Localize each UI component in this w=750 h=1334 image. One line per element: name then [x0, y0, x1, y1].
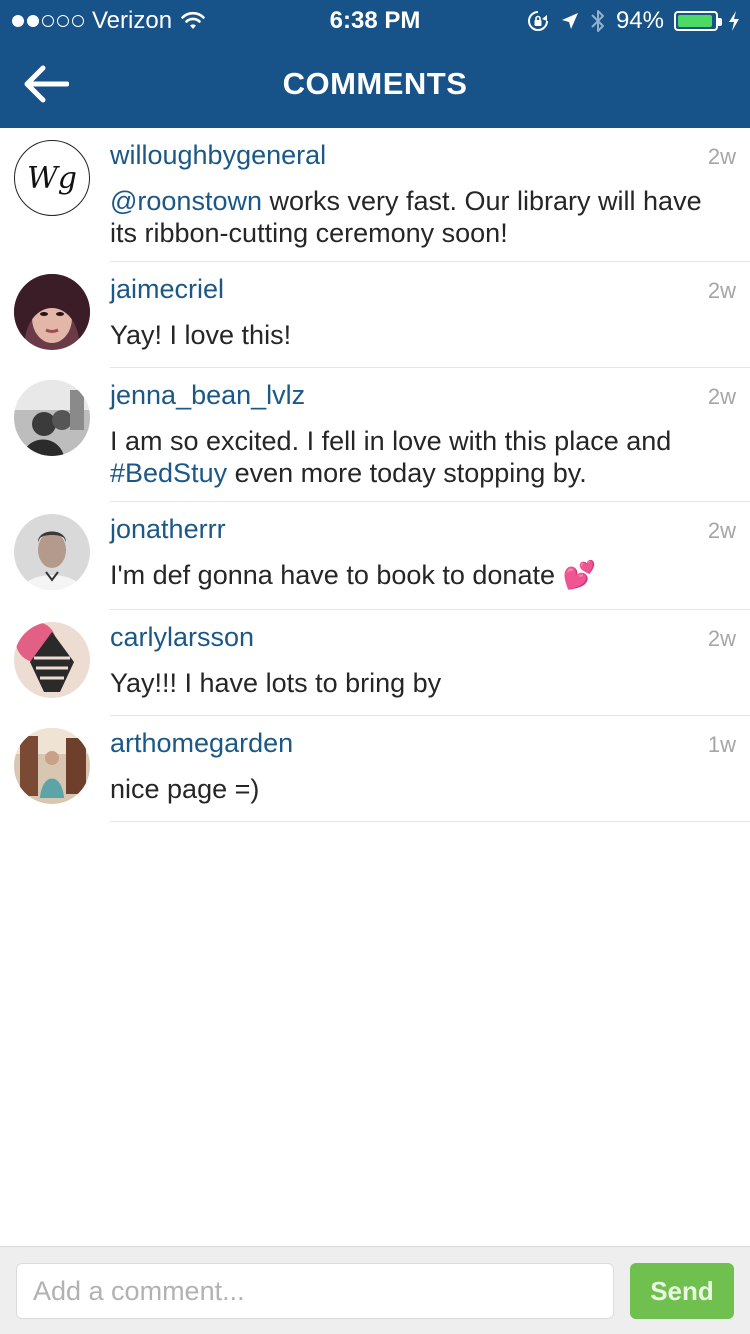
status-bar: Verizon 6:38 PM 94% [0, 0, 750, 40]
battery-percent: 94% [615, 7, 664, 34]
comment-item: carlylarsson 2w Yay!!! I have lots to br… [0, 610, 750, 716]
status-right: 94% [526, 7, 740, 35]
avatar[interactable] [14, 274, 90, 350]
avatar[interactable]: Wg [14, 140, 90, 216]
mention-link[interactable]: @roonstown [110, 186, 262, 216]
two-hearts-emoji: 💕 [562, 560, 597, 590]
comment-time: 2w [707, 144, 736, 169]
comment-time: 2w [707, 626, 736, 651]
comment-username[interactable]: carlylarsson [110, 622, 254, 653]
hashtag-link[interactable]: #BedStuy [110, 458, 227, 488]
avatar[interactable] [14, 728, 90, 804]
comment-username[interactable]: jaimecriel [110, 274, 224, 305]
nav-bar: COMMENTS [0, 40, 750, 128]
comment-text: Yay! I love this! [110, 320, 292, 350]
page-title: COMMENTS [282, 66, 468, 101]
comment-text: Yay!!! I have lots to bring by [110, 668, 442, 698]
avatar-logo-text: Wg [26, 160, 78, 196]
bluetooth-icon [591, 10, 604, 32]
comment-time: 2w [707, 518, 736, 543]
avatar[interactable] [14, 380, 90, 456]
comment-username[interactable]: arthomegarden [110, 728, 293, 759]
charging-bolt-icon [729, 11, 739, 31]
comment-item: Wg willoughbygeneral 2w @roonstown works… [0, 128, 750, 262]
comment-composer: Send [0, 1246, 750, 1334]
comment-text: nice page =) [110, 774, 260, 804]
rotation-lock-icon [527, 11, 548, 31]
comment-text: I am so excited. I fell in love with thi… [110, 425, 736, 489]
comment-item: jaimecriel 2w Yay! I love this! [0, 262, 750, 368]
comment-time: 2w [707, 384, 736, 409]
comment-item: jenna_bean_lvlz 2w I am so excited. I fe… [0, 368, 750, 502]
comment-text-body: I'm def gonna have to book to donate [110, 560, 563, 590]
location-arrow-icon [561, 13, 578, 29]
comment-item: arthomegarden 1w nice page =) [0, 716, 750, 822]
avatar[interactable] [14, 622, 90, 698]
comment-text-body: I am so excited. I fell in love with thi… [110, 426, 672, 456]
comment-text-body: even more today stopping by. [227, 458, 587, 488]
comment-time: 1w [707, 732, 736, 757]
comment-text: I'm def gonna have to book to donate 💕 [110, 559, 736, 591]
comment-username[interactable]: jenna_bean_lvlz [110, 380, 305, 411]
comment-list: Wg willoughbygeneral 2w @roonstown works… [0, 128, 750, 822]
avatar[interactable] [14, 514, 90, 590]
comment-username[interactable]: jonatherrr [110, 514, 226, 545]
comment-username[interactable]: willoughbygeneral [110, 140, 326, 171]
send-button[interactable]: Send [630, 1263, 734, 1319]
header: Verizon 6:38 PM 94% COMMENTS [0, 0, 750, 128]
comment-text: @roonstown works very fast. Our library … [110, 185, 736, 249]
comment-item: jonatherrr 2w I'm def gonna have to book… [0, 502, 750, 610]
battery-icon [674, 11, 722, 31]
comment-input[interactable] [16, 1263, 614, 1319]
comment-time: 2w [707, 278, 736, 303]
